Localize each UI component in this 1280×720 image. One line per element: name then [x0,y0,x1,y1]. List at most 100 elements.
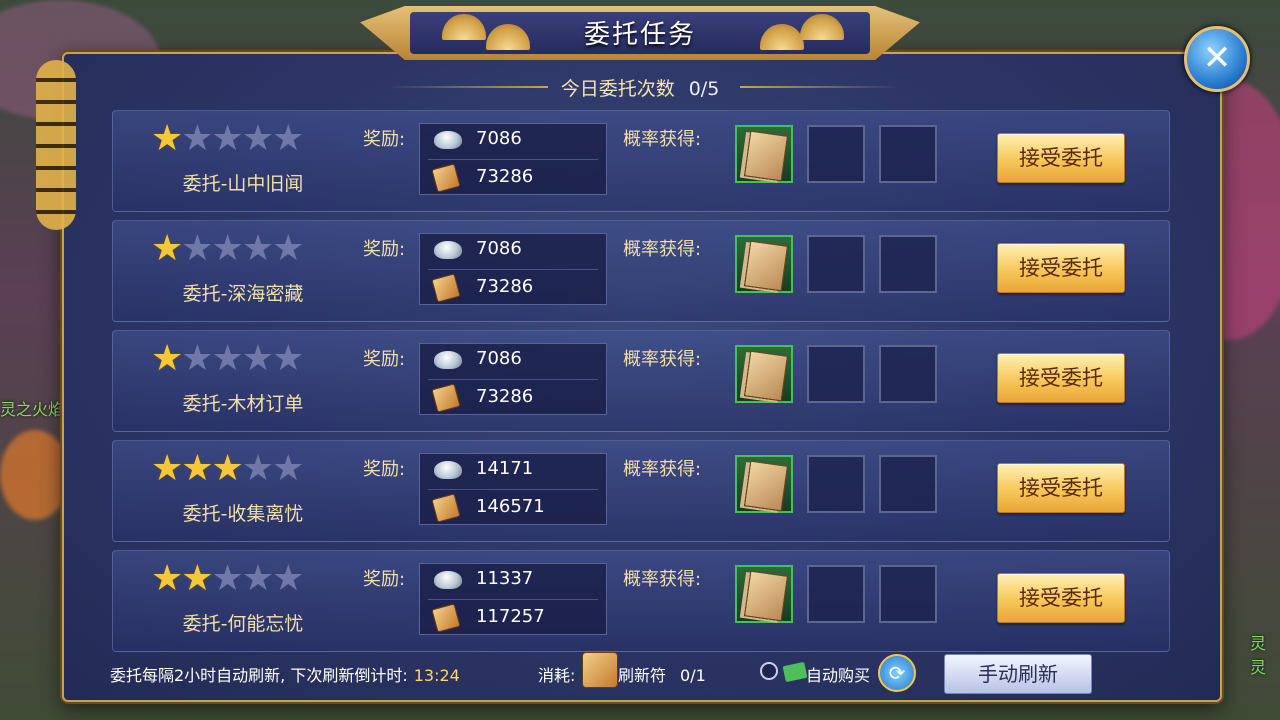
item-card-icon [743,130,789,182]
star-rating: ★★★★★ [151,558,304,599]
scroll-icon [431,273,461,303]
reward-exp: 73286 [476,386,534,407]
refresh-cycle-icon: ⟳ [888,661,906,685]
auto-buy-radio[interactable] [760,662,778,680]
reward-label: 奖励: [363,349,406,370]
task-name: 委托-木材订单 [182,393,304,415]
reward-exp: 73286 [476,276,534,297]
probability-label: 概率获得: [623,129,702,150]
probability-label: 概率获得: [623,569,702,590]
silver-ingot-icon [434,241,462,259]
star-rating: ★★★★★ [151,448,304,489]
task-row: ★★★★★ 委托-何能忘忧 奖励: 11337 117257 概率获得: 接受委… [112,550,1170,652]
reward-label: 奖励: [363,239,406,260]
item-slot [807,565,865,623]
item-slot [807,235,865,293]
page-title: 委托任务 [583,20,696,50]
manual-refresh-button[interactable]: 手动刷新 [944,654,1092,694]
scroll-icon [431,603,461,633]
reward-box: 14171 146571 [419,453,607,525]
auto-buy-label[interactable]: 自动购买 [806,662,870,686]
refresh-info-text: 委托每隔2小时自动刷新, 下次刷新倒计时: [110,666,408,685]
reward-box: 7086 73286 [419,343,607,415]
reward-exp: 146571 [476,496,545,517]
item-slot[interactable] [735,235,793,293]
item-card-icon [743,240,789,292]
reward-exp: 73286 [476,166,534,187]
reward-divider [428,379,598,380]
item-slot [807,125,865,183]
task-name: 委托-何能忘忧 [182,613,304,635]
star-rating: ★★★★★ [151,118,304,159]
reward-divider [428,269,598,270]
item-slot [879,125,937,183]
daily-count-value: 0/5 [688,78,720,100]
reward-silver: 7086 [476,348,522,369]
silver-ingot-icon [434,571,462,589]
silver-ingot-icon [434,461,462,479]
item-slot [807,455,865,513]
silver-ingot-icon [434,131,462,149]
close-icon: ✕ [1202,38,1232,78]
scroll-icon [431,383,461,413]
accept-button[interactable]: 接受委托 [997,133,1125,183]
item-slot[interactable] [735,455,793,513]
background-label-left: 灵之火焰 [0,400,65,419]
item-slot [879,235,937,293]
refresh-info: 委托每隔2小时自动刷新, 下次刷新倒计时: 13:24 [110,662,460,686]
refresh-token-count: 0/1 [680,666,706,685]
item-slot [879,455,937,513]
scroll-icon [431,163,461,193]
reward-silver: 7086 [476,238,522,259]
refresh-countdown: 13:24 [413,666,460,685]
reward-divider [428,159,598,160]
probability-label: 概率获得: [623,349,702,370]
item-slot [807,345,865,403]
reward-silver: 14171 [476,458,534,479]
background-label-right: 灵灵 [1250,634,1267,677]
reward-box: 11337 117257 [419,563,607,635]
background-fire [0,430,70,520]
reward-label: 奖励: [363,569,406,590]
item-slot[interactable] [735,125,793,183]
refresh-cycle-button[interactable]: ⟳ [878,654,916,692]
reward-silver: 7086 [476,128,522,149]
reward-exp: 117257 [476,606,545,627]
item-card-icon [743,460,789,512]
accept-button[interactable]: 接受委托 [997,573,1125,623]
accept-button[interactable]: 接受委托 [997,353,1125,403]
reward-box: 7086 73286 [419,123,607,195]
consume-label: 消耗: [538,666,576,685]
reward-divider [428,489,598,490]
reward-divider [428,599,598,600]
reward-silver: 11337 [476,568,534,589]
star-rating: ★★★★★ [151,228,304,269]
item-card-icon [743,570,789,622]
task-row: ★★★★★ 委托-山中旧闻 奖励: 7086 73286 概率获得: 接受委托 [112,110,1170,212]
refresh-token: 刷新符 0/1 [618,662,706,686]
accept-button[interactable]: 接受委托 [997,463,1125,513]
reward-label: 奖励: [363,129,406,150]
daily-count: 今日委托次数 0/5 [0,74,1280,101]
task-name: 委托-收集离忧 [182,503,304,525]
scroll-icon [431,493,461,523]
task-row: ★★★★★ 委托-木材订单 奖励: 7086 73286 概率获得: 接受委托 [112,330,1170,432]
reward-box: 7086 73286 [419,233,607,305]
task-row: ★★★★★ 委托-深海密藏 奖励: 7086 73286 概率获得: 接受委托 [112,220,1170,322]
daily-count-label: 今日委托次数 [560,78,675,100]
refresh-token-label: 刷新符 [618,666,667,685]
task-name: 委托-深海密藏 [182,283,304,305]
item-slot[interactable] [735,345,793,403]
accept-button[interactable]: 接受委托 [997,243,1125,293]
item-slot [879,345,937,403]
item-slot[interactable] [735,565,793,623]
probability-label: 概率获得: [623,459,702,480]
refresh-token-icon [582,652,618,688]
item-card-icon [743,350,789,402]
silver-ingot-icon [434,351,462,369]
task-name: 委托-山中旧闻 [182,173,304,195]
task-row: ★★★★★ 委托-收集离忧 奖励: 14171 146571 概率获得: 接受委… [112,440,1170,542]
star-rating: ★★★★★ [151,338,304,379]
reward-label: 奖励: [363,459,406,480]
probability-label: 概率获得: [623,239,702,260]
